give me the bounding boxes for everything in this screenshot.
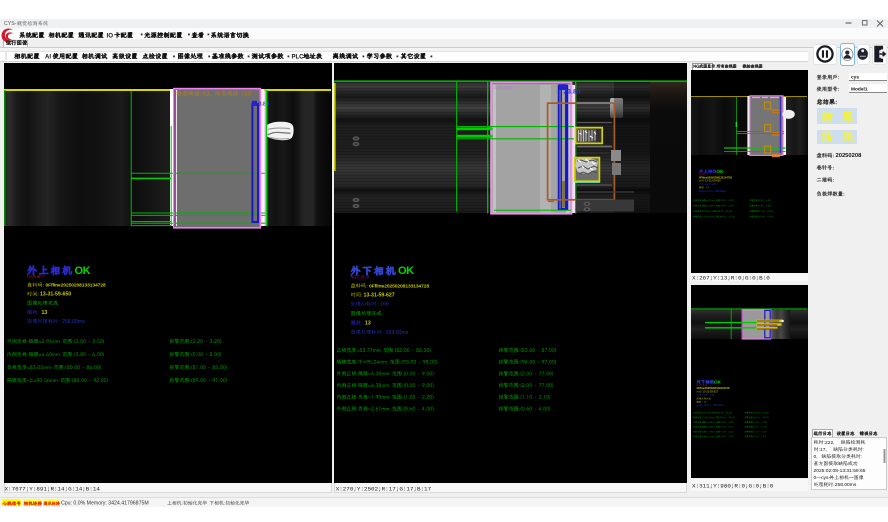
- svg-text:166: 166: [712, 182, 717, 186]
- svg-text:OK: OK: [714, 379, 722, 384]
- svg-text:13-31-59-627: 13-31-59-627: [364, 292, 395, 298]
- svg-text:AI: AI: [45, 54, 51, 60]
- svg-text:13: 13: [365, 320, 371, 326]
- svg-text:183.00ms: 183.00ms: [713, 403, 725, 407]
- svg-text:20250208: 20250208: [836, 153, 863, 159]
- svg-text:OK: OK: [75, 265, 91, 277]
- svg-text:258.00ms: 258.00ms: [715, 189, 727, 193]
- svg-text:IO: IO: [107, 32, 114, 39]
- svg-text:0,: 0,: [814, 454, 818, 460]
- svg-text:166: 166: [710, 393, 715, 397]
- svg-text:258.00ms: 258.00ms: [62, 319, 85, 325]
- svg-text:Model1: Model1: [851, 86, 868, 92]
- svg-text:CYS-: CYS-: [4, 21, 17, 27]
- svg-text:13: 13: [42, 310, 48, 316]
- svg-text:183.00ms: 183.00ms: [386, 330, 409, 336]
- svg-text:3.88: 3.88: [259, 102, 270, 108]
- svg-text:Cpu: 0.0% Memory: 3424.4179687: Cpu: 0.0% Memory: 3424.41796875M: [61, 501, 149, 507]
- svg-text:17,: 17,: [820, 447, 827, 453]
- svg-text:2025:02:08-13:31:59:65: 2025:02:08-13:31:59:65: [814, 468, 866, 474]
- svg-text:0Ffline20250208133134728: 0Ffline20250208133134728: [697, 386, 730, 390]
- svg-text:258.00ms: 258.00ms: [835, 482, 857, 488]
- svg-text:X:267;Y:13;R:0;G:0;B:0: X:267;Y:13;R:0;G:0;B:0: [692, 275, 770, 282]
- svg-text:222,: 222,: [825, 440, 835, 446]
- svg-text:X:270;Y:2502;R:17;G:17;B:17: X:270;Y:2502;R:17;G:17;B:17: [336, 485, 432, 492]
- svg-text:X:311;Y:980;R:0;G:0;B:0: X:311;Y:980;R:0;G:0;B:0: [692, 482, 774, 489]
- svg-text:13-31-59-650: 13-31-59-650: [40, 292, 71, 298]
- svg-text:OK: OK: [717, 169, 725, 174]
- svg-text:OK: OK: [398, 265, 414, 277]
- svg-text:cys: cys: [851, 76, 859, 81]
- svg-text:166: 166: [380, 302, 389, 308]
- svg-text:PLC: PLC: [292, 54, 305, 60]
- svg-text:X:7677;Y:891;R:14;G:14;B:14: X:7677;Y:891;R:14;G:14;B:14: [5, 485, 101, 492]
- svg-text:0Ffline20250208133134728: 0Ffline20250208133134728: [46, 283, 106, 289]
- svg-text:23.80: 23.80: [564, 89, 581, 96]
- svg-text:0Ffline20250208133134728: 0Ffline20250208133134728: [369, 283, 429, 289]
